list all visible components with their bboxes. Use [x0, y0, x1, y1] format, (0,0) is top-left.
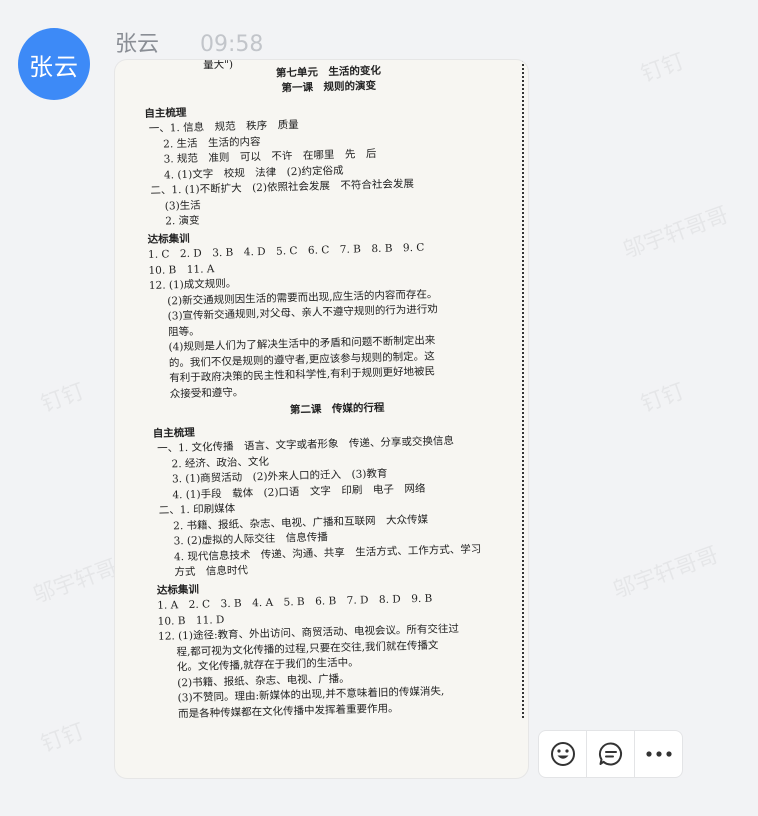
image-message[interactable]: 量大") 第七单元 生活的变化 第一课 规则的演变 自主梳理 一、1. 信息 规…: [115, 60, 528, 778]
watermark-text: 邬宇轩哥哥: [609, 542, 722, 604]
message-time: 09:58: [200, 32, 264, 57]
watermark-text: 钉钉: [37, 379, 88, 418]
more-icon: [645, 751, 672, 757]
watermark-text: 钉钉: [637, 379, 688, 418]
more-button[interactable]: [635, 731, 682, 777]
smile-icon: [550, 742, 575, 766]
message-meta: 张云 09:58: [115, 26, 263, 58]
avatar-text: 张云: [29, 52, 79, 81]
comment-icon: [598, 742, 622, 766]
comment-button[interactable]: [587, 731, 634, 777]
document-scan: 量大") 第七单元 生活的变化 第一课 规则的演变 自主梳理 一、1. 信息 规…: [143, 60, 528, 723]
message-actions: [538, 730, 683, 778]
sender-name: 张云: [115, 32, 160, 57]
emoji-reaction-button[interactable]: [539, 731, 586, 777]
watermark-text: 钉钉: [37, 719, 88, 758]
watermark-text: 邬宇轩哥哥: [619, 202, 732, 264]
avatar[interactable]: 张云: [18, 28, 90, 100]
perforation-line: [522, 60, 524, 718]
watermark-text: 钉钉: [637, 49, 688, 88]
